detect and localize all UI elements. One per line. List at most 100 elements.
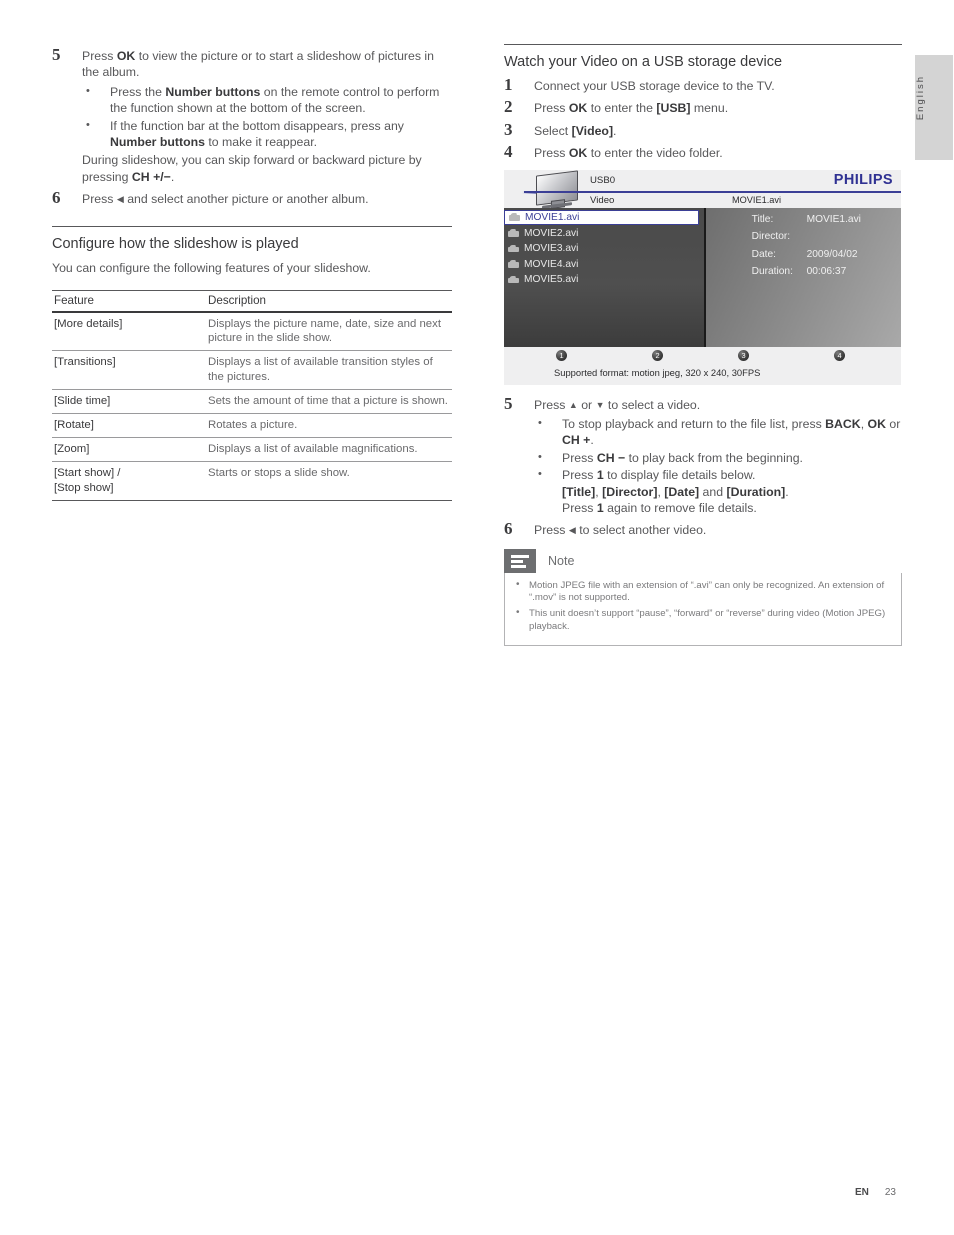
file-name: MOVIE4.avi — [524, 258, 579, 270]
text: to select a video. — [604, 397, 701, 412]
cell-feature: [Start show] / [Stop show] — [52, 461, 206, 501]
function-button-2[interactable]: 2 — [652, 349, 663, 361]
tv-file-list: MOVIE1.avi MOVIE2.avi MOVIE3.avi MOVIE4.… — [504, 207, 704, 347]
bold-one: 1 — [596, 468, 604, 483]
list-item: Press CH − to play back from the beginni… — [534, 449, 902, 466]
table-row: [Slide time] Sets the amount of time tha… — [52, 389, 452, 415]
note-body: Motion JPEG file with an extension of “.… — [504, 572, 902, 647]
text: menu. — [690, 101, 729, 116]
tv-header-rule — [524, 190, 901, 194]
cell-feature: [More details] — [52, 312, 206, 352]
list-item[interactable]: MOVIE1.avi — [504, 209, 699, 225]
text: again to remove file details. — [603, 501, 757, 516]
step-5-right: 5 Press ▲ or ▼ to select a video. To sto… — [504, 393, 902, 517]
list-item: Motion JPEG file with an extension of “.… — [515, 579, 891, 605]
step6-text-1: Press — [82, 192, 117, 207]
text: Press — [534, 523, 569, 538]
table-row: [Zoom] Displays a list of available magn… — [52, 437, 452, 463]
list-item: To stop playback and return to the file … — [534, 415, 902, 449]
step-number: 6 — [52, 188, 61, 208]
table-row: [Rotate] Rotates a picture. — [52, 413, 452, 439]
step-5-left: 5 Press OK to view the picture or to sta… — [52, 45, 452, 185]
section-intro: You can configure the following features… — [52, 260, 371, 275]
bold-one: 1 — [596, 501, 604, 516]
step-number: 5 — [504, 393, 513, 413]
bullet-bold: Number buttons — [165, 84, 261, 99]
page-root: English 5 Press OK to view the picture o… — [0, 0, 954, 1235]
note-list: Motion JPEG file with an extension of “.… — [515, 579, 891, 633]
tv-screen-mockup: USB0 Video MOVIE1.avi PHILIPS MOVIE1.avi… — [504, 169, 901, 385]
step-body: Press OK to enter the [USB] menu. — [534, 100, 902, 116]
text: Select — [534, 123, 572, 138]
table-row: [More details] Displays the picture name… — [52, 312, 452, 352]
step-body: Press ◀ to select another video. — [534, 522, 902, 538]
bold-ok: OK — [568, 101, 588, 116]
step-number: 1 — [504, 75, 513, 94]
step-body: Connect your USB storage device to the T… — [534, 79, 775, 93]
detail-value: 00:06:37 — [806, 266, 847, 278]
tv-function-bar: 1 2 3 4 Supported format: motion jpeg, 3… — [504, 346, 901, 385]
text: to enter the video folder. — [587, 146, 723, 161]
function-button-1[interactable]: 1 — [556, 349, 567, 361]
list-item[interactable]: MOVIE5.avi — [504, 273, 704, 286]
text: or — [885, 417, 901, 432]
tv-current-file-label: MOVIE1.avi — [732, 194, 782, 205]
supported-format-text: Supported format: motion jpeg, 320 x 240… — [554, 366, 761, 378]
left-arrow-icon: ◀ — [116, 194, 124, 205]
detail-key: Director: — [751, 231, 791, 243]
language-tab: English — [915, 55, 953, 160]
step-2-right: 2 Press OK to enter the [USB] menu. — [504, 97, 902, 117]
step-number: 5 — [52, 45, 61, 64]
step-number: 2 — [504, 97, 513, 117]
text: . — [613, 123, 617, 138]
function-button-4[interactable]: 4 — [834, 349, 845, 361]
list-item: This unit doesn’t support “pause”, “forw… — [515, 607, 891, 633]
text: To stop playback and return to the file … — [562, 417, 826, 432]
table-row: [Start show] / [Stop show] Starts or sto… — [52, 461, 452, 501]
bullet-text: Press the — [110, 84, 166, 99]
file-name: MOVIE3.avi — [524, 243, 579, 255]
step-body: Press ▲ or ▼ to select a video. To stop … — [534, 397, 902, 517]
text: Press — [562, 501, 597, 516]
text: to display file details below. — [603, 468, 756, 483]
up-arrow-icon: ▲ — [568, 399, 578, 410]
text: Press — [534, 397, 569, 412]
film-icon — [508, 260, 519, 268]
step5-text-2: to view the picture or to start a slides… — [82, 49, 434, 80]
text: Press — [562, 450, 597, 465]
left-arrow-icon: ◀ — [568, 525, 576, 536]
text: Press — [562, 468, 597, 483]
list-item: If the function bar at the bottom disapp… — [82, 117, 452, 151]
bold-title: [Title] — [562, 484, 596, 499]
film-icon — [508, 276, 519, 284]
detail-row: Director: — [706, 231, 901, 242]
section-heading-usb-video: Watch your Video on a USB storage device — [504, 44, 902, 70]
text: or — [577, 397, 596, 412]
table-row: [Transitions] Displays a list of availab… — [52, 350, 452, 390]
step5-trailer-2: . — [170, 169, 175, 184]
function-button-3[interactable]: 3 — [738, 349, 749, 361]
bold-ok: OK — [867, 417, 886, 432]
step-body: Press OK to view the picture or to start… — [82, 48, 452, 185]
footer-language-code: EN — [854, 1187, 869, 1198]
list-item[interactable]: MOVIE4.avi — [504, 258, 704, 271]
list-item[interactable]: MOVIE3.avi — [504, 242, 704, 255]
step-6-left: 6 Press ◀ and select another picture or … — [52, 188, 452, 208]
step5-bullet-list: Press the Number buttons on the remote c… — [82, 83, 452, 151]
bold-back: BACK — [825, 417, 861, 432]
step-body: Select [Video]. — [534, 123, 902, 139]
philips-logo: PHILIPS — [833, 171, 893, 188]
footer-page-number: 23 — [884, 1187, 896, 1198]
tv-detail-panel: Title: MOVIE1.avi Director: Date: 2009/0… — [705, 207, 901, 347]
cell-feature: [Slide time] — [52, 389, 206, 415]
tv-folder-label: Video — [590, 194, 615, 206]
bold-ch-plus: CH + — [562, 433, 591, 448]
text: , — [860, 417, 868, 432]
bullet-bold: Number buttons — [110, 135, 205, 150]
note-header: Note — [504, 548, 902, 573]
list-item[interactable]: MOVIE2.avi — [504, 227, 704, 240]
cell-feature: [Rotate] — [52, 413, 206, 439]
text: to select another video. — [575, 523, 707, 538]
step5-bold-ok: OK — [116, 49, 136, 63]
film-icon — [509, 213, 520, 221]
